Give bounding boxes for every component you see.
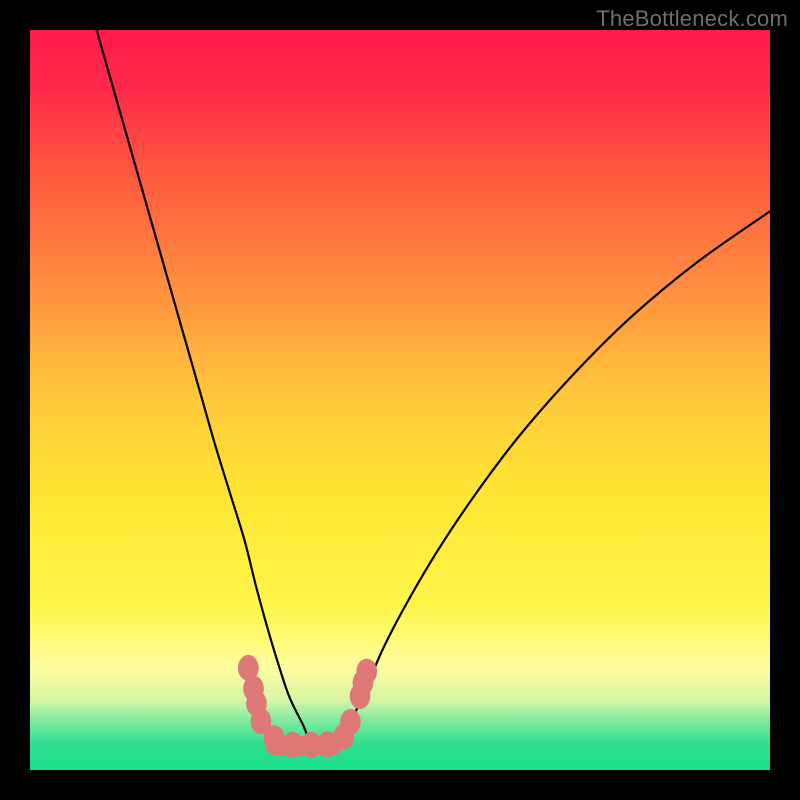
watermark-text: TheBottleneck.com	[596, 6, 788, 32]
bottom-bar	[265, 736, 342, 755]
curve-layer	[30, 30, 770, 770]
chart-frame: TheBottleneck.com	[0, 0, 800, 800]
highlight-point	[356, 659, 377, 685]
bottleneck-curve	[97, 30, 770, 747]
plot-area	[30, 30, 770, 770]
highlight-point	[340, 709, 361, 735]
